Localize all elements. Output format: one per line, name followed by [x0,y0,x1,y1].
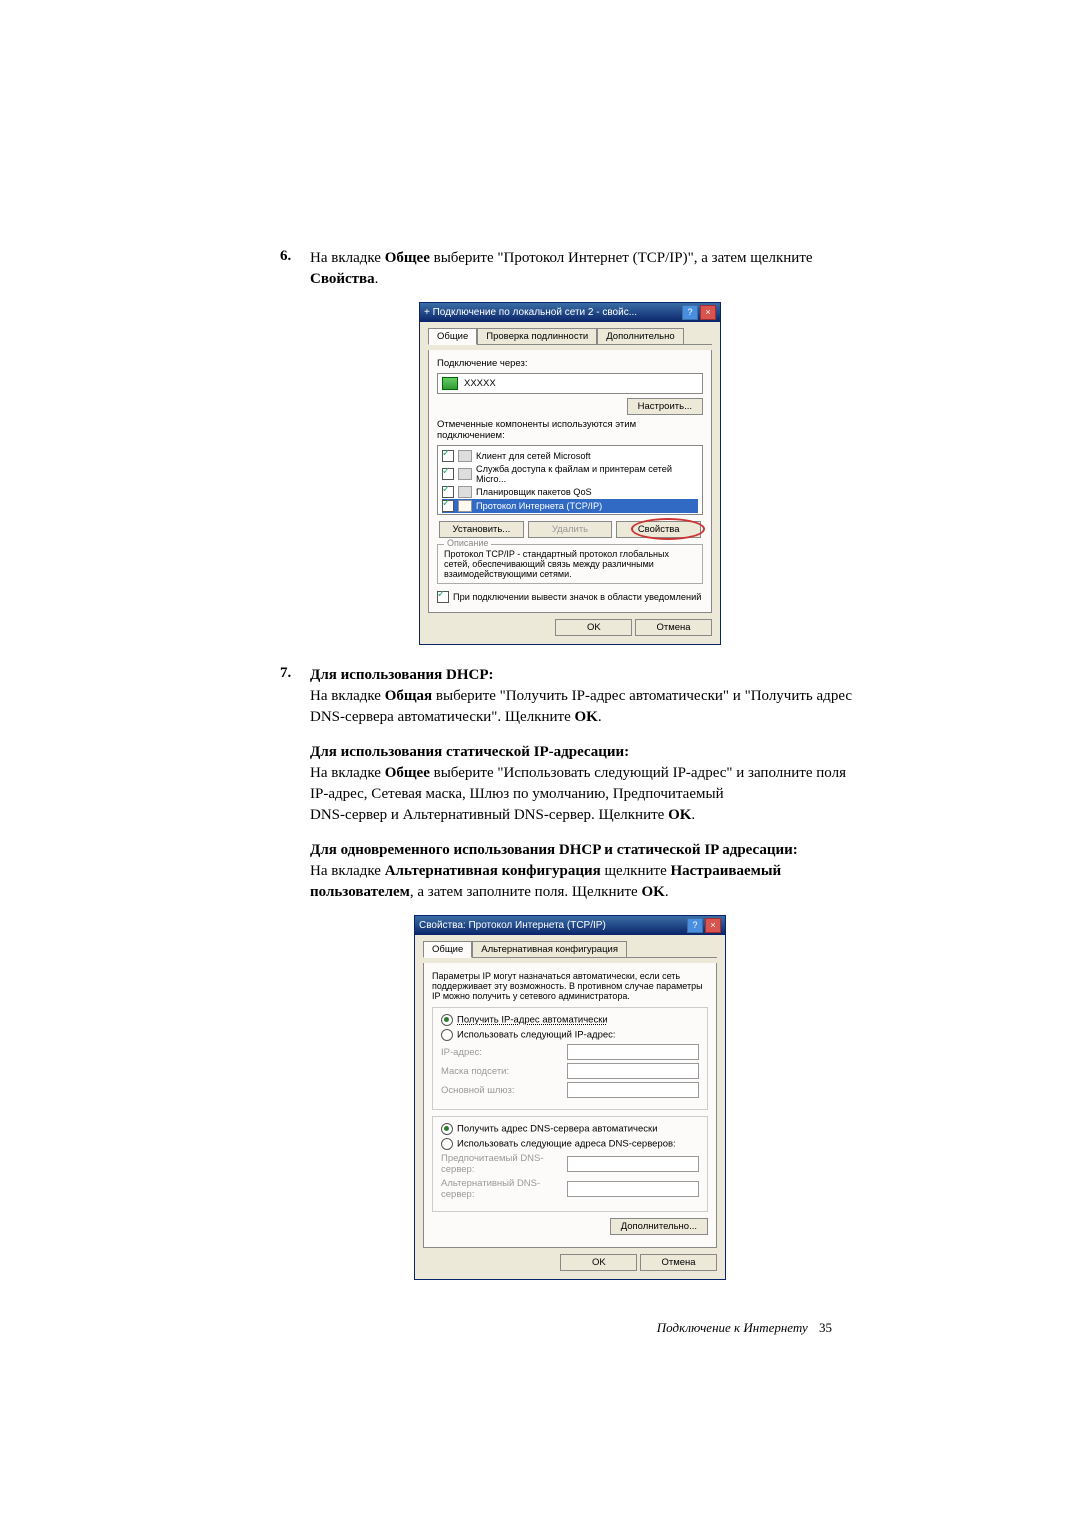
preferred-dns-field[interactable] [567,1156,699,1172]
close-button[interactable]: × [700,305,716,320]
dialog-titlebar: Свойства: Протокол Интернета (TCP/IP) ? … [415,916,725,935]
tcpip-properties-dialog: Свойства: Протокол Интернета (TCP/IP) ? … [414,915,726,1280]
checkbox-icon[interactable] [442,486,454,498]
checkbox-icon[interactable] [442,468,454,480]
radio-static-ip[interactable] [441,1029,453,1041]
remove-button: Удалить [528,521,613,538]
component-icon [458,468,472,480]
network-adapter-icon [442,377,458,390]
list-item[interactable]: Планировщик пакетов QoS [442,485,698,499]
ip-group: Получить IP-адрес автоматически Использо… [432,1007,708,1110]
help-button[interactable]: ? [687,918,703,933]
component-icon [458,450,472,462]
dialog-title: Свойства: Протокол Интернета (TCP/IP) [419,920,606,931]
configure-button[interactable]: Настроить... [627,398,703,415]
properties-button[interactable]: Свойства [616,521,701,538]
checkbox-icon[interactable] [442,450,454,462]
page-footer: Подключение к Интернету 35 [280,1320,860,1336]
list-item[interactable]: Клиент для сетей Microsoft [442,449,698,463]
list-item[interactable]: Служба доступа к файлам и принтерам сете… [442,463,698,485]
component-icon [458,486,472,498]
help-button[interactable]: ? [682,305,698,320]
component-icon [458,500,472,512]
tab-general[interactable]: Общие [423,941,472,958]
footer-section: Подключение к Интернету [657,1320,808,1335]
description-legend: Описание [444,538,491,548]
connect-through-label: Подключение через: [437,358,703,369]
components-list[interactable]: Клиент для сетей Microsoft Служба доступ… [437,445,703,515]
adapter-name: XXXXX [464,378,496,389]
description-text: Протокол TCP/IP - стандартный протокол г… [444,549,696,579]
install-button[interactable]: Установить... [439,521,524,538]
radio-static-dns[interactable] [441,1138,453,1150]
radio-auto-ip[interactable] [441,1014,453,1026]
gateway-field[interactable] [567,1082,699,1098]
tab-strip: Общие Проверка подлинности Дополнительно [428,328,712,345]
tab-strip: Общие Альтернативная конфигурация [423,941,717,958]
cancel-button[interactable]: Отмена [640,1254,717,1271]
dialog-title: + Подключение по локальной сети 2 - свой… [424,307,637,318]
components-label: Отмеченные компоненты используются этим … [437,419,703,441]
step-6: 6. На вкладке Общее выберите "Протокол И… [280,248,860,290]
subnet-mask-field[interactable] [567,1063,699,1079]
notify-checkbox[interactable] [437,591,449,603]
close-button[interactable]: × [705,918,721,933]
tab-auth[interactable]: Проверка подлинности [477,328,597,344]
lan-properties-dialog: + Подключение по локальной сети 2 - свой… [419,302,721,645]
cancel-button[interactable]: Отмена [635,619,712,636]
ok-button[interactable]: OK [555,619,632,636]
adapter-box: XXXXX [437,373,703,394]
step-7: 7. Для использования DHCP: На вкладке Об… [280,665,860,903]
description-fieldset: Описание Протокол TCP/IP - стандартный п… [437,544,703,584]
step-body: На вкладке Общее выберите "Протокол Инте… [310,248,860,290]
step-number: 7. [280,665,310,903]
alt-dns-field[interactable] [567,1181,699,1197]
dialog-titlebar: + Подключение по локальной сети 2 - свой… [420,303,720,322]
step-number: 6. [280,248,310,290]
ok-button[interactable]: OK [560,1254,637,1271]
dns-group: Получить адрес DNS-сервера автоматически… [432,1116,708,1212]
advanced-button[interactable]: Дополнительно... [610,1218,708,1235]
tab-general[interactable]: Общие [428,328,477,345]
notify-label: При подключении вывести значок в области… [453,592,701,602]
radio-auto-dns[interactable] [441,1123,453,1135]
page-number: 35 [819,1320,832,1335]
ip-address-field[interactable] [567,1044,699,1060]
tab-advanced[interactable]: Дополнительно [597,328,683,344]
tab-altconfig[interactable]: Альтернативная конфигурация [472,941,627,957]
intro-text: Параметры IP могут назначаться автоматич… [432,971,708,1001]
checkbox-icon[interactable] [442,500,454,512]
step-body: Для использования DHCP: На вкладке Общая… [310,665,860,903]
list-item-tcpip[interactable]: Протокол Интернета (TCP/IP) [442,499,698,513]
